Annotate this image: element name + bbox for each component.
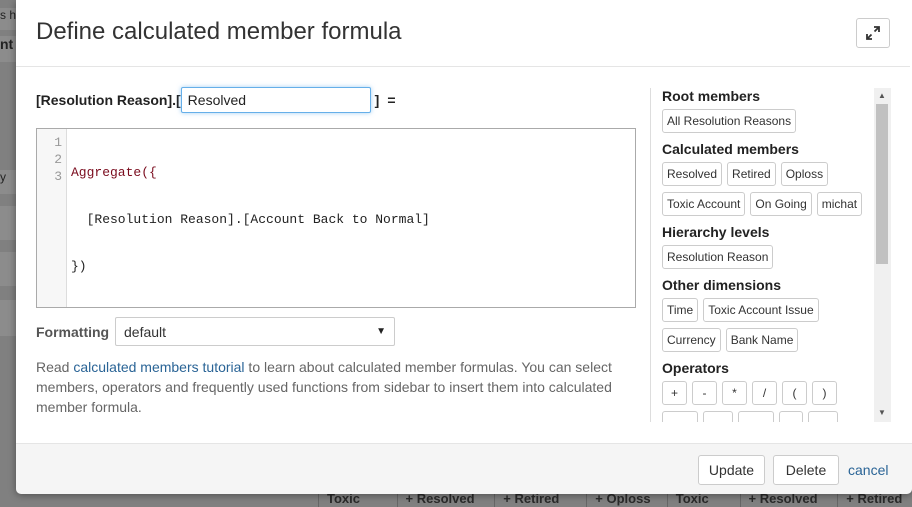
background-control: [0, 300, 17, 336]
expand-button[interactable]: [856, 18, 890, 48]
update-button[interactable]: Update: [698, 455, 765, 485]
dimension-chip[interactable]: Toxic Account Issue: [703, 298, 819, 322]
help-text: Read calculated members tutorial to lear…: [36, 357, 626, 417]
background-tab: nt: [0, 36, 17, 62]
calc-member-chip[interactable]: Resolved: [662, 162, 723, 186]
scroll-down-icon[interactable]: ▼: [878, 408, 886, 417]
expand-icon: [866, 26, 880, 40]
cancel-link[interactable]: cancel: [848, 462, 888, 478]
formatting-select[interactable]: default ▼: [115, 317, 395, 346]
dialog-footer: Update Delete cancel: [16, 443, 912, 494]
operators-title: Operators: [662, 360, 729, 376]
level-chip[interactable]: Resolution Reason: [662, 245, 774, 269]
delete-button[interactable]: Delete: [773, 455, 839, 485]
sidebar-scrollbar[interactable]: ▲ ▼: [874, 88, 891, 422]
hierarchy-levels-title: Hierarchy levels: [662, 224, 770, 240]
dimension-chip[interactable]: Currency: [662, 328, 721, 352]
dialog-header: Define calculated member formula: [16, 0, 910, 67]
dialog-title: Define calculated member formula: [36, 18, 402, 45]
calc-member-chip[interactable]: On Going: [750, 192, 812, 216]
help-text-start: Read: [36, 359, 74, 375]
dimension-chip[interactable]: Bank Name: [725, 328, 799, 352]
formatting-value: default: [124, 323, 167, 340]
operator-button[interactable]: /: [752, 381, 777, 405]
background-tab: s hi: [0, 8, 17, 30]
code-area[interactable]: Aggregate({ [Resolution Reason].[Account…: [67, 129, 430, 307]
background-text: s hi: [0, 8, 16, 22]
tutorial-link[interactable]: calculated members tutorial: [73, 359, 244, 375]
calc-member-chip[interactable]: Toxic Account: [662, 192, 746, 216]
formatting-row: Formatting default ▼: [36, 317, 395, 346]
background-text: nt: [0, 36, 14, 52]
operator-button-partial[interactable]: [662, 411, 698, 422]
operator-button-partial[interactable]: [703, 411, 733, 422]
member-name-input[interactable]: [180, 87, 371, 113]
operator-button-partial[interactable]: [779, 411, 803, 422]
formula-dialog: Define calculated member formula [Resolu…: [16, 0, 912, 494]
dimension-prefix: [Resolution Reason].[: [36, 92, 181, 108]
line-number: 2: [54, 152, 62, 167]
member-name-row: [Resolution Reason].[ ] =: [36, 87, 396, 113]
dropdown-arrow-icon: ▼: [376, 326, 386, 337]
formula-editor[interactable]: 1 2 3 Aggregate({ [Resolution Reason].[A…: [36, 128, 636, 308]
operator-button-partial[interactable]: [808, 411, 838, 422]
calc-member-chip[interactable]: Oploss: [780, 162, 829, 186]
dimension-chip[interactable]: Time: [662, 298, 699, 322]
operator-button[interactable]: ): [812, 381, 837, 405]
calc-member-chip[interactable]: michat: [816, 192, 863, 216]
background-control: [0, 252, 17, 286]
scrollbar-thumb[interactable]: [876, 104, 888, 264]
background-text: y: [0, 170, 6, 184]
equals-sign: =: [387, 92, 396, 108]
background-control: [0, 206, 17, 240]
formatting-label: Formatting: [36, 323, 110, 340]
operator-button[interactable]: +: [662, 381, 687, 405]
operator-button[interactable]: (: [782, 381, 807, 405]
line-number-gutter: 1 2 3: [37, 129, 67, 307]
insert-sidebar: Root members All Resolution Reasons Calc…: [650, 88, 891, 422]
scroll-up-icon[interactable]: ▲: [878, 91, 886, 100]
calculated-members-title: Calculated members: [662, 141, 799, 157]
background-tab: y: [0, 170, 17, 194]
code-line: }): [71, 259, 87, 274]
root-members-title: Root members: [662, 88, 761, 104]
code-line: [Resolution Reason].[Account Back to Nor…: [71, 212, 430, 227]
operator-button[interactable]: *: [722, 381, 747, 405]
code-line: Aggregate({: [71, 165, 157, 180]
other-dimensions-title: Other dimensions: [662, 277, 782, 293]
root-member-chip[interactable]: All Resolution Reasons: [662, 109, 797, 133]
operator-button-partial[interactable]: [738, 411, 774, 422]
line-number: 3: [54, 169, 62, 184]
calc-member-chip[interactable]: Retired: [727, 162, 776, 186]
operator-button[interactable]: -: [692, 381, 717, 405]
bracket-close: ]: [374, 92, 380, 108]
line-number: 1: [54, 135, 62, 150]
